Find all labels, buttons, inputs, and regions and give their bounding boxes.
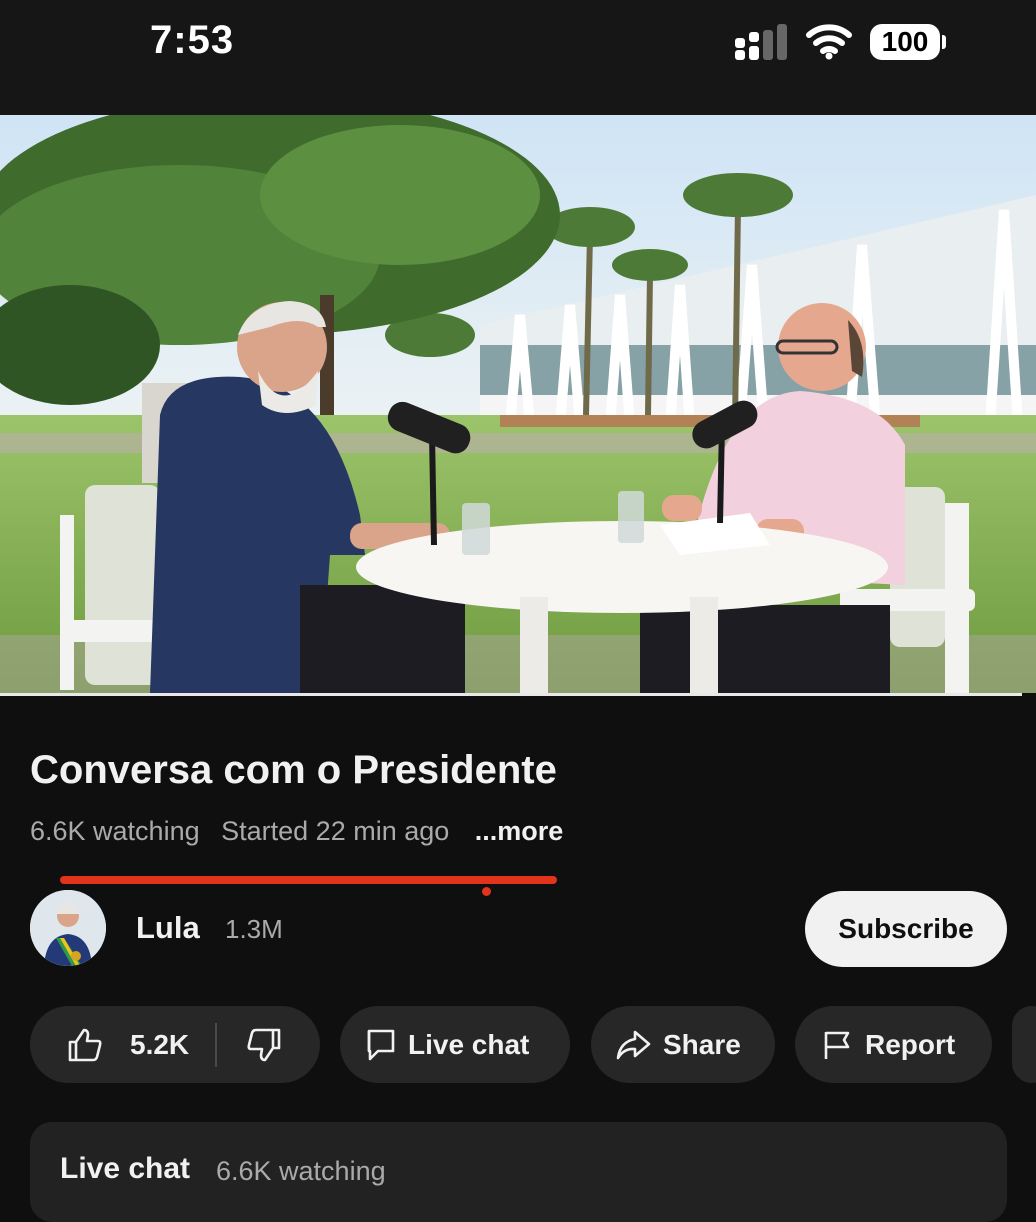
status-bar: 7:53 100	[0, 0, 1036, 115]
avatar[interactable]	[30, 890, 106, 966]
subscriber-count: 1.3M	[225, 914, 283, 944]
report-button[interactable]: Report	[795, 1006, 992, 1083]
watching-count: 6.6K watching	[30, 816, 200, 846]
video-title[interactable]: Conversa com o Presidente	[30, 748, 557, 793]
more-actions-button[interactable]	[1012, 1006, 1036, 1083]
thumbs-up-icon[interactable]	[66, 1026, 104, 1064]
avatar-image	[30, 890, 106, 966]
chat-icon	[367, 1029, 395, 1060]
signal-icon	[735, 24, 787, 60]
video-meta[interactable]: 6.6K watching Started 22 min ago ...more	[30, 816, 577, 847]
video-frame	[0, 115, 1036, 693]
live-chat-watching: 6.6K watching	[216, 1156, 386, 1186]
share-icon	[616, 1030, 651, 1059]
live-chat-panel[interactable]: Live chat 6.6K watching	[30, 1122, 1007, 1222]
live-chat-label: Live chat	[408, 1028, 530, 1060]
live-progress-bar	[60, 876, 557, 884]
more-link[interactable]: ...more	[475, 816, 564, 846]
report-label: Report	[865, 1028, 956, 1060]
video-bottom-border	[0, 693, 1022, 696]
live-chat-button[interactable]: Live chat	[340, 1006, 570, 1083]
video-player[interactable]	[0, 115, 1036, 693]
share-button[interactable]: Share	[591, 1006, 775, 1083]
started-time: Started 22 min ago	[221, 816, 450, 846]
like-count[interactable]: 5.2K	[130, 1029, 189, 1061]
wifi-icon	[806, 24, 852, 60]
subscribe-button[interactable]: Subscribe	[805, 891, 1007, 967]
like-divider	[215, 1022, 218, 1067]
flag-icon	[824, 1031, 850, 1059]
battery-icon: 100	[870, 24, 940, 60]
live-chat-title: Live chat	[60, 1152, 191, 1185]
status-time: 7:53	[150, 18, 235, 62]
thumbs-down-icon[interactable]	[245, 1026, 283, 1064]
progress-marker	[482, 887, 491, 896]
share-label: Share	[663, 1028, 741, 1060]
like-dislike-group: 5.2K	[30, 1006, 320, 1083]
battery-tip	[942, 35, 946, 49]
channel-name[interactable]: Lula	[136, 910, 200, 946]
